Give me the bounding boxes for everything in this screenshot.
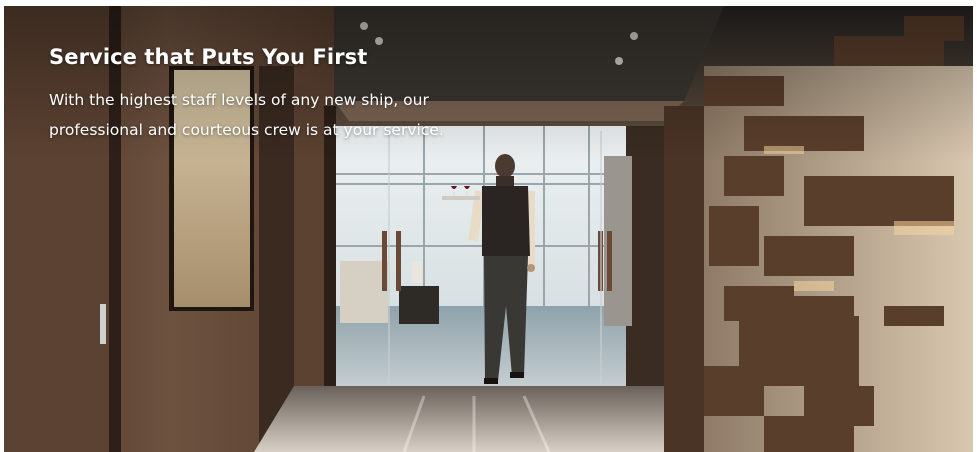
hero-banner: Service that Puts You First With the hig… [4,6,973,452]
hero-title: Service that Puts You First [49,45,368,69]
hero-description: With the highest staff levels of any new… [49,91,444,139]
hero-caption: Service that Puts You First With the hig… [49,44,569,145]
